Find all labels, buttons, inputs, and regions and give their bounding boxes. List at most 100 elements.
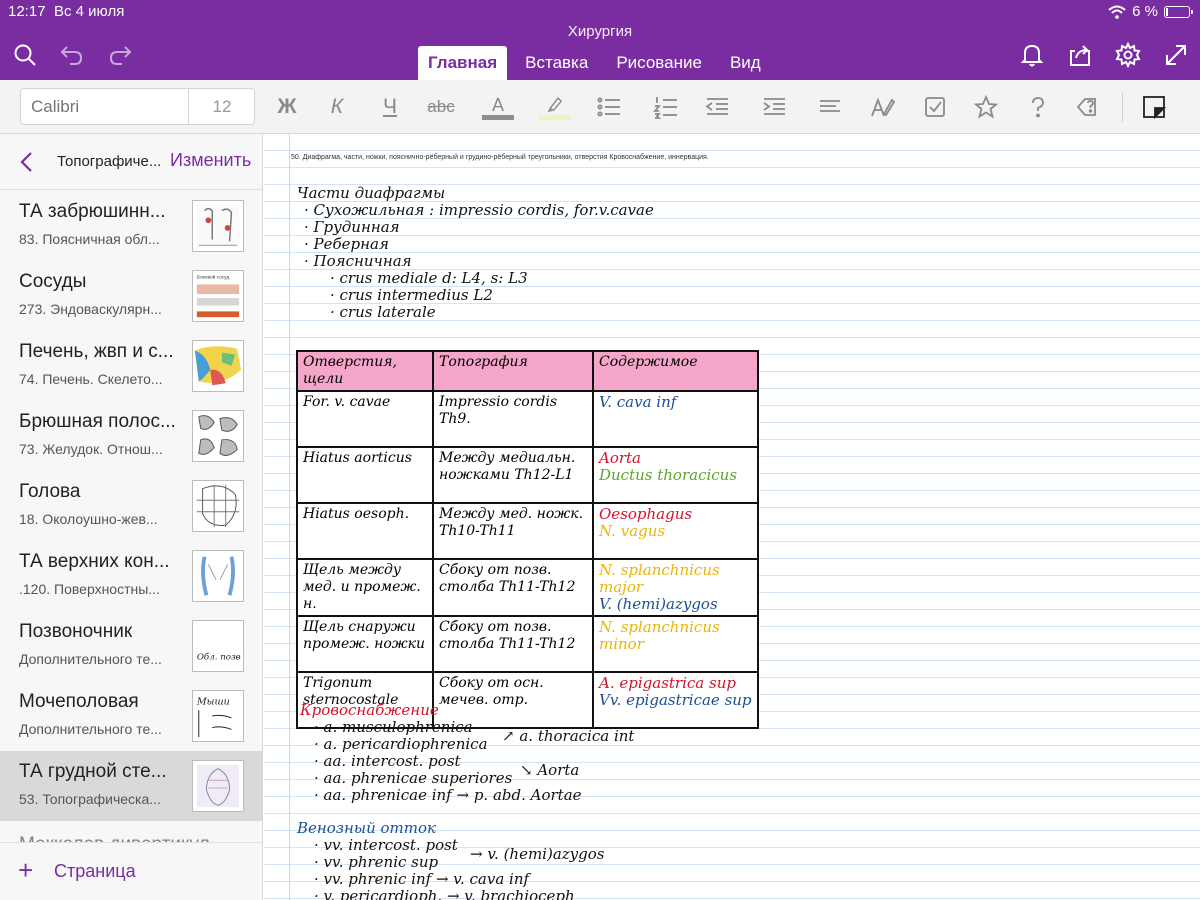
expand-icon[interactable] [1161,40,1191,70]
tab-insert[interactable]: Вставка [515,46,598,80]
page-title: Мочеполовая [19,691,139,712]
content-line: V. (hemi)azygos [599,595,718,613]
part-item: · Сухожильная : impressio cordis, for.v.… [304,201,654,219]
page-item[interactable]: ТА верхних кон... .120. Поверхностны... [0,541,262,611]
table-cell-opening: Щель снаружи промеж. ножки [296,615,434,673]
status-time: 12:17 [8,3,46,20]
font-color-button[interactable]: A [481,91,515,123]
outdent-button[interactable] [700,91,734,123]
table-cell-topography: Impressio cordis Th9. [432,390,594,448]
redo-icon[interactable] [105,40,135,70]
blood-item: · aa. phrenicae inf → p. abd. Aortae [314,786,582,804]
page-item[interactable]: Позвоночник Дополнительного те... Обл. п… [0,611,262,681]
table-row: Щель снаружи промеж. ножки Сбоку от позв… [296,615,759,673]
page-subtitle: Дополнительного те... [19,721,162,737]
page-thumbnail [192,760,244,812]
wifi-icon [1108,5,1126,19]
question-tag-button[interactable] [1021,91,1055,123]
font-picker: 12 [20,88,255,125]
bullet-list-button[interactable] [592,91,626,123]
highlighter-button[interactable] [538,91,572,123]
thumbnail-caption: Обл. позв [197,651,241,662]
page-item[interactable]: ТА забрюшинн... 83. Поясничная обл... [0,191,262,261]
tab-view[interactable]: Вид [720,46,771,80]
tab-home[interactable]: Главная [418,46,508,80]
bell-icon[interactable] [1017,40,1047,70]
indent-icon [763,98,785,115]
page-item[interactable]: Мочеполовая Дополнительного те... Мыши [0,681,262,751]
important-tag-button[interactable] [969,91,1003,123]
font-size-input[interactable]: 12 [189,89,255,124]
content-line: Aorta [599,449,642,467]
note-canvas[interactable]: 50. Диафрагма, части, ножки, пояснично-р… [264,134,1200,900]
page-item-selected[interactable]: ТА грудной сте... 53. Топографическа... [0,751,262,821]
plus-icon: + [18,855,34,885]
search-icon[interactable] [10,40,40,70]
italic-button[interactable]: К [320,91,354,123]
table-cell-opening: Щель между мед. и промеж. н. [296,558,434,617]
venous-item: · vv. phrenic inf → v. cava inf [314,870,530,888]
page-item[interactable]: Сосуды 273. Эндоваскулярн... Боковой сос… [0,261,262,331]
align-left-icon [820,100,840,112]
page-thumbnail [192,340,244,392]
table-header: Отверстия, щели [296,350,434,392]
blood-item: · a. musculophrenica [314,718,473,736]
strikethrough-button[interactable]: abc [424,91,458,123]
page-thumbnail: Боковой сосуд [192,270,244,322]
venous-item: · v. pericardioph. → v. brachioceph [314,887,575,900]
question-icon [1032,97,1044,118]
share-icon[interactable] [1065,40,1095,70]
table-cell-topography: Между медиальн. ножками Th12-L1 [432,446,594,504]
styles-button[interactable] [866,91,900,123]
crus-item: · crus intermedius L2 [330,286,493,304]
table-cell-topography: Между мед. ножк. Th10-Th11 [432,502,594,560]
blood-item: · a. pericardiophrenica [314,735,488,753]
edit-button[interactable]: Изменить [170,150,251,171]
page-title: Голова [19,481,81,502]
thumbnail-caption: Мыши [196,696,230,707]
page-title: Позвоночник [19,621,133,642]
content-line: Ductus thoracicus [599,466,738,484]
bold-button[interactable]: Ж [270,91,304,123]
gear-icon[interactable] [1113,40,1143,70]
battery-level [1166,7,1168,16]
table-cell-content: Aorta Ductus thoracicus [592,446,759,504]
underline-button[interactable]: Ч [373,91,407,123]
page-title: Сосуды [19,271,87,292]
todo-tag-button[interactable] [918,91,952,123]
back-icon[interactable] [16,149,40,175]
page-item[interactable]: Голова 18. Околоушно-жев... [0,471,262,541]
font-name-input[interactable] [21,89,189,124]
highlight-swatch [539,114,571,120]
app-title-bar: 12:17 Вс 4 июля 6 % Хирургия Главная Вст… [0,0,1200,80]
page-subtitle: 273. Эндоваскулярн... [19,301,162,317]
page-item[interactable]: Печень, жвп и с... 74. Печень. Скелето..… [0,331,262,401]
page-view-button[interactable] [1137,91,1171,123]
content-line: Oesophagus [599,505,693,523]
page-thumbnail [192,550,244,602]
table-cell-content: A. epigastrica sup Vv. epigastricae sup [592,671,759,729]
table-cell-opening: For. v. cavae [296,390,434,448]
battery-icon [1164,5,1193,18]
tab-draw[interactable]: Рисование [606,46,712,80]
page-title: ТА верхних кон... [19,551,170,572]
ribbon-tabs: Главная Вставка Рисование Вид [418,46,779,80]
add-page-button[interactable]: + Страница [0,842,262,900]
page-item[interactable]: Брюшная полос... 73. Желудок. Отнош... [0,401,262,471]
table-cell-topography: Сбоку от позв. столба Th11-Th12 [432,558,594,617]
blood-annotation: ↘ Aorta [520,761,580,779]
page-thumbnail: Мыши [192,690,244,742]
page-title: ТА грудной сте... [19,761,167,782]
note-heading: 50. Диафрагма, части, ножки, пояснично-р… [291,154,709,161]
table-header-row: Отверстия, щели Топография Содержимое [296,350,759,392]
indent-button[interactable] [757,91,791,123]
more-tags-button[interactable] [1071,91,1105,123]
undo-icon[interactable] [57,40,87,70]
table-row: Hiatus aorticus Между медиальн. ножками … [296,446,759,504]
crus-item: · crus mediale d: L4, s: L3 [330,269,528,287]
align-button[interactable] [813,91,847,123]
numbered-list-button[interactable] [649,91,683,123]
status-date: Вс 4 июля [54,3,125,20]
sidebar-header: Топографиче... Изменить [0,134,262,190]
document-title: Хирургия [567,23,633,40]
